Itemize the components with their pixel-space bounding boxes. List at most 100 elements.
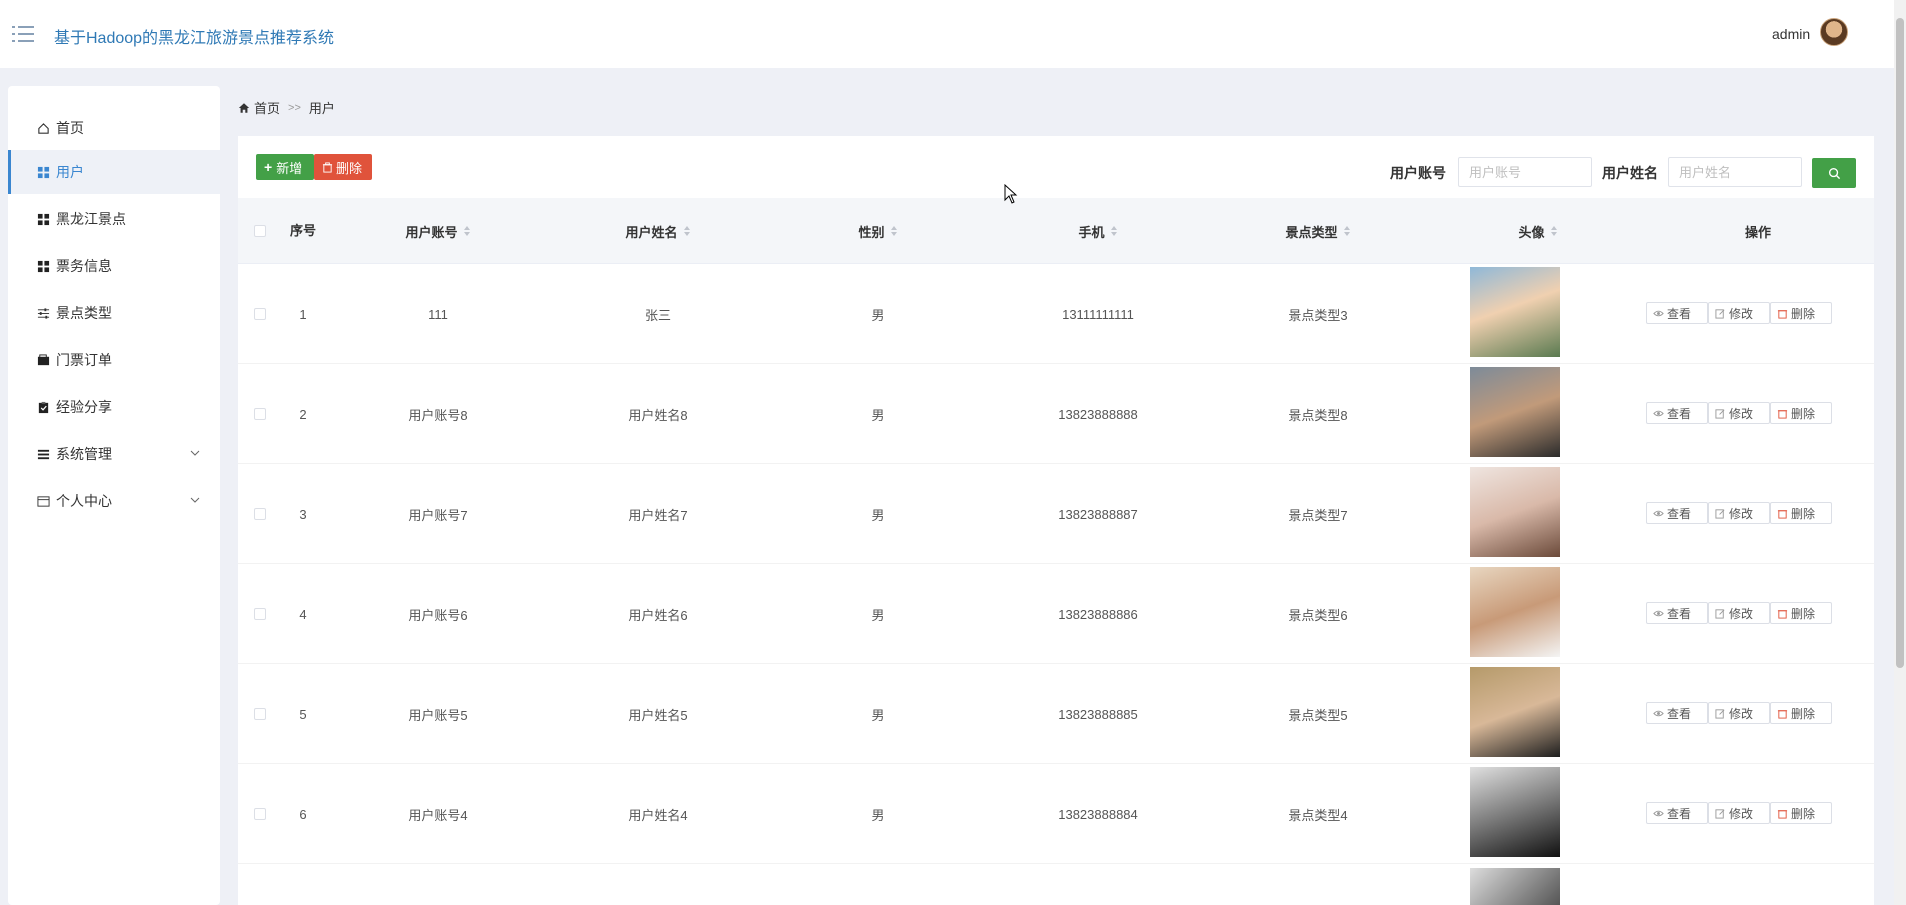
scrollbar-thumb[interactable] [1896, 18, 1904, 668]
cell-phone: 13823888884 [1058, 806, 1138, 822]
edit-icon [1715, 408, 1725, 419]
account-search-input[interactable] [1458, 157, 1592, 187]
cell-index: 1 [299, 306, 307, 322]
view-button[interactable]: 查看 [1646, 302, 1708, 324]
avatar-thumbnail[interactable] [1470, 367, 1560, 457]
header-gender[interactable]: 性别 [768, 198, 988, 264]
sidebar-item-experience[interactable]: 经验分享 [8, 385, 220, 429]
edit-button-label: 修改 [1729, 506, 1754, 521]
cell-index: 6 [299, 806, 307, 822]
sort-icon [463, 226, 470, 236]
edit-button[interactable]: 修改 [1708, 602, 1770, 624]
batch-delete-button[interactable]: 删除 [314, 154, 372, 180]
header-account[interactable]: 用户账号 [328, 198, 548, 264]
sidebar-item-scenic-spots[interactable]: 黑龙江景点 [8, 197, 220, 241]
grid-icon [36, 259, 50, 273]
row-checkbox[interactable] [254, 308, 266, 320]
sidebar-item-home[interactable]: 首页 [8, 106, 220, 150]
edit-button[interactable]: 修改 [1708, 502, 1770, 524]
trash-icon [1777, 309, 1788, 319]
name-search-input[interactable] [1668, 157, 1802, 187]
chevron-down-icon [190, 497, 200, 503]
sidebar-item-spot-types[interactable]: 景点类型 [8, 291, 220, 335]
cell-index: 3 [299, 506, 307, 522]
edit-button[interactable]: 修改 [1708, 402, 1770, 424]
header-index: 序号 [289, 223, 316, 238]
user-name[interactable]: admin [1772, 26, 1810, 42]
sidebar-item-label: 系统管理 [56, 446, 112, 462]
header-avatar[interactable]: 头像 [1428, 198, 1648, 264]
search-button[interactable] [1812, 158, 1856, 188]
avatar-thumbnail[interactable] [1470, 767, 1560, 857]
avatar-thumbnail[interactable] [1470, 667, 1560, 757]
cell-gender: 男 [871, 607, 885, 623]
avatar-thumbnail[interactable] [1470, 267, 1560, 357]
row-checkbox[interactable] [254, 708, 266, 720]
cell-name: 用户姓名4 [628, 807, 688, 823]
sidebar-item-profile[interactable]: 个人中心 [8, 479, 220, 523]
delete-button[interactable]: 删除 [1770, 602, 1832, 624]
table-row: 6 用户账号4 用户姓名4 男 13823888884 景点类型4 查看 修改 删除 [238, 764, 1874, 864]
delete-button[interactable]: 删除 [1770, 302, 1832, 324]
grid-icon [36, 165, 50, 179]
grid-icon [36, 212, 50, 226]
cell-type: 景点类型4 [1288, 807, 1348, 823]
view-button[interactable]: 查看 [1646, 802, 1708, 824]
edit-button[interactable]: 修改 [1708, 702, 1770, 724]
sidebar-item-system[interactable]: 系统管理 [8, 432, 220, 476]
view-button[interactable]: 查看 [1646, 402, 1708, 424]
cell-gender: 男 [871, 407, 885, 423]
filter-account-label: 用户账号 [1390, 165, 1446, 181]
sidebar-item-ticket-orders[interactable]: 门票订单 [8, 338, 220, 382]
breadcrumb: 首页 >> 用户 [238, 98, 335, 117]
add-button-label: 新增 [276, 160, 303, 176]
sidebar-item-users[interactable]: 用户 [8, 150, 220, 194]
cell-type: 景点类型7 [1288, 507, 1348, 523]
eye-icon [1653, 310, 1664, 316]
eye-icon [1653, 710, 1664, 716]
header-phone[interactable]: 手机 [988, 198, 1208, 264]
header-name[interactable]: 用户姓名 [548, 198, 768, 264]
row-checkbox[interactable] [254, 408, 266, 420]
breadcrumb-home[interactable]: 首页 [254, 98, 280, 117]
main-panel: + 新增 删除 用户账号 用户姓名 序号 用户账号 用户姓名 性别 手机 [238, 136, 1874, 905]
cell-type: 景点类型8 [1288, 407, 1348, 423]
sliders-icon [36, 306, 50, 320]
edit-icon [1715, 508, 1725, 519]
header-avatar-label: 头像 [1518, 224, 1545, 240]
row-checkbox[interactable] [254, 808, 266, 820]
scrollbar[interactable] [1894, 0, 1906, 905]
cell-account: 111 [428, 306, 448, 322]
eye-icon [1653, 810, 1664, 816]
edit-icon [1715, 608, 1725, 619]
cell-index: 2 [299, 406, 307, 422]
delete-button-label: 删除 [1791, 506, 1816, 521]
row-checkbox[interactable] [254, 608, 266, 620]
delete-button[interactable]: 删除 [1770, 402, 1832, 424]
user-avatar[interactable] [1820, 18, 1848, 46]
delete-button[interactable]: 删除 [1770, 702, 1832, 724]
delete-button-label: 删除 [1791, 306, 1816, 321]
select-all-checkbox[interactable] [254, 225, 266, 237]
edit-button[interactable]: 修改 [1708, 302, 1770, 324]
cell-index: 4 [299, 606, 307, 622]
header-spot-type[interactable]: 景点类型 [1208, 198, 1428, 264]
add-button[interactable]: + 新增 [256, 154, 314, 180]
edit-button[interactable]: 修改 [1708, 802, 1770, 824]
avatar-thumbnail[interactable] [1470, 467, 1560, 557]
edit-button-label: 修改 [1729, 306, 1754, 321]
table-row: 3 用户账号7 用户姓名7 男 13823888887 景点类型7 查看 修改 删除 [238, 464, 1874, 564]
menu-toggle-icon[interactable] [12, 24, 34, 44]
avatar-thumbnail[interactable] [1470, 567, 1560, 657]
row-checkbox[interactable] [254, 508, 266, 520]
view-button[interactable]: 查看 [1646, 502, 1708, 524]
sidebar-item-tickets[interactable]: 票务信息 [8, 244, 220, 288]
trash-icon [1777, 809, 1788, 819]
view-button[interactable]: 查看 [1646, 702, 1708, 724]
view-button[interactable]: 查看 [1646, 602, 1708, 624]
delete-button[interactable]: 删除 [1770, 502, 1832, 524]
header-name-label: 用户姓名 [625, 224, 678, 240]
sidebar-item-label: 门票订单 [56, 352, 112, 368]
header-type-label: 景点类型 [1285, 224, 1338, 240]
delete-button[interactable]: 删除 [1770, 802, 1832, 824]
